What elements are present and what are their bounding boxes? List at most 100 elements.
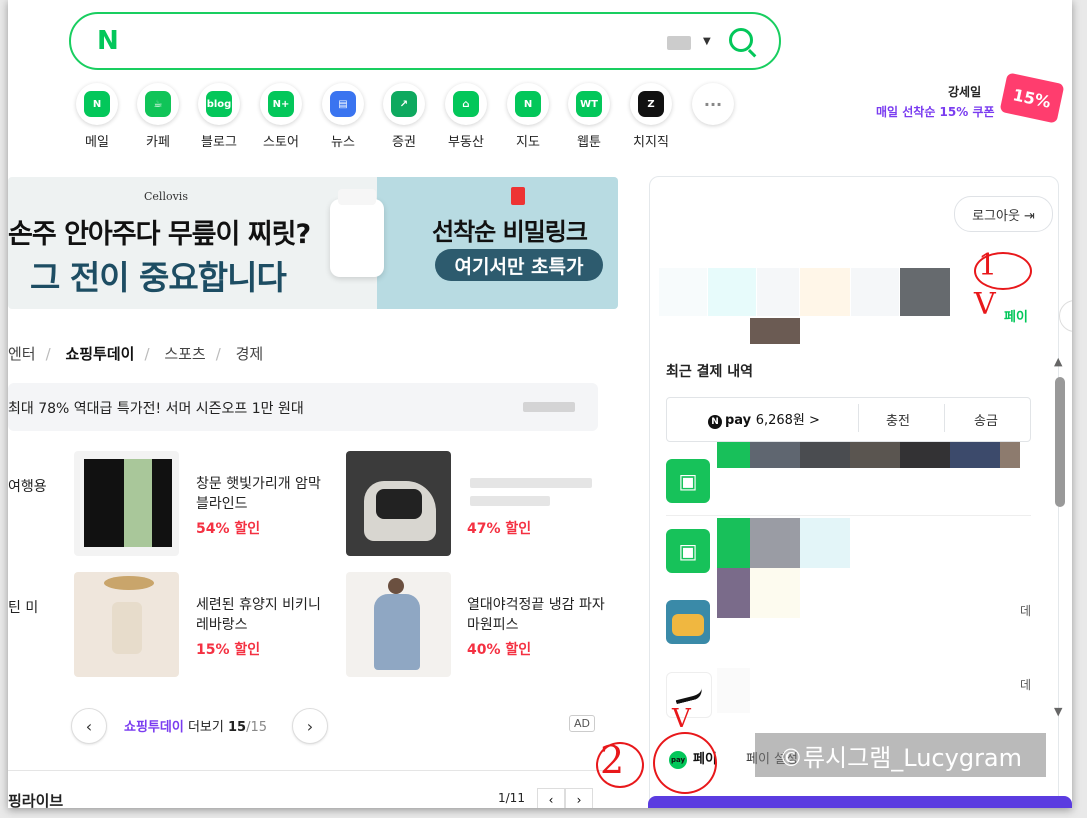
pixelated-payment-text[interactable]	[717, 668, 750, 713]
tab-economy[interactable]: 경제	[236, 343, 264, 364]
pixelated-payment-text[interactable]	[750, 568, 800, 618]
section-prev-button[interactable]: ‹	[537, 788, 565, 808]
chevron-right-icon[interactable]: ›	[1059, 300, 1072, 332]
pixelated-tab[interactable]	[659, 268, 707, 316]
pixelated-tab[interactable]	[708, 268, 756, 316]
shortcut-mail[interactable]: N 메일	[67, 83, 127, 150]
product-image-swimwear[interactable]	[74, 572, 179, 677]
tab-separator: /	[215, 345, 221, 363]
prev-page-button[interactable]: ‹	[71, 708, 107, 744]
tab-shopping-today[interactable]: 쇼핑투데이	[65, 343, 134, 364]
pixelated-payment-text[interactable]	[750, 518, 800, 568]
product-image-blind[interactable]	[74, 451, 179, 556]
keyboard-icon[interactable]	[667, 36, 691, 50]
shortcut-circle[interactable]: WT	[568, 83, 610, 125]
pixelated-tab[interactable]	[851, 268, 899, 316]
shortcut-circle[interactable]: ☕	[137, 83, 179, 125]
cut-product-label[interactable]: 틴 미	[8, 597, 38, 617]
shortcut-webtoon[interactable]: WT 웹툰	[559, 83, 619, 150]
send-button[interactable]: 송금	[974, 410, 998, 429]
pixelated-payment-text[interactable]	[800, 442, 850, 468]
ad-banner[interactable]: Cellovis 손주 안아주다 무릎이 찌릿? 그 전이 중요합니다 선착순 …	[8, 177, 618, 309]
coupon-badge[interactable]: 15%	[999, 72, 1065, 124]
section-next-button[interactable]: ›	[565, 788, 593, 808]
next-page-button[interactable]: ›	[292, 708, 328, 744]
shortcut-stock[interactable]: ↗ 증권	[374, 83, 434, 150]
shortcut-label: 증권	[392, 135, 416, 150]
product-discount: 47% 할인	[467, 521, 532, 537]
tab-entertainment[interactable]: 엔터	[8, 343, 36, 364]
gift-icon: ▣	[666, 529, 710, 573]
shortcut-blog[interactable]: blog 블로그	[189, 83, 249, 150]
pixelated-tab[interactable]	[900, 268, 950, 316]
pixelated-payment-text[interactable]	[717, 518, 750, 568]
pixelated-payment-text[interactable]	[717, 442, 750, 468]
shortcut-label: 블로그	[201, 135, 237, 150]
shortcut-store[interactable]: N+ 스토어	[251, 83, 311, 150]
shortcut-circle[interactable]: ↗	[383, 83, 425, 125]
scrollbar-thumb[interactable]	[1055, 377, 1065, 507]
tab-sports[interactable]: 스포츠	[164, 343, 205, 364]
trail-text: 데	[1020, 604, 1032, 618]
shortcut-circle[interactable]: N+	[260, 83, 302, 125]
product-name[interactable]: 열대야걱정끝 냉감 파자마원피스	[467, 595, 607, 635]
pixelated-payment-text[interactable]	[800, 518, 850, 568]
shortcut-more[interactable]: ···	[683, 83, 743, 131]
recent-payments-title: 최근 결제 내역	[666, 364, 754, 380]
npay-balance[interactable]: Npay 6,268원 >	[708, 409, 820, 429]
product-image-pajama[interactable]	[346, 572, 451, 677]
npay-logo-icon: N	[708, 415, 722, 429]
pixelated-tab[interactable]	[757, 268, 799, 316]
pixelated-payment-text[interactable]	[900, 442, 950, 468]
promo-text[interactable]: 매일 선착순 15% 쿠폰	[876, 103, 995, 120]
pixelated-tab[interactable]	[800, 268, 850, 316]
pixelated-payment-text[interactable]	[1000, 442, 1020, 468]
shortcut-circle[interactable]: blog	[198, 83, 240, 125]
shortcut-label: 지도	[516, 135, 540, 150]
pixelated-payment-text[interactable]	[750, 442, 800, 468]
product-image-shoe[interactable]	[346, 451, 451, 556]
chzzk-icon: Z	[638, 91, 664, 117]
product-name[interactable]: 창문 햇빛가리개 암막 블라인드	[196, 474, 336, 514]
shortcut-map[interactable]: N 지도	[498, 83, 558, 150]
charge-button[interactable]: 충전	[886, 410, 910, 429]
banner-headline: 손주 안아주다 무릎이 찌릿?	[8, 219, 311, 250]
product-discount: 54% 할인	[196, 521, 261, 537]
realestate-icon: ⌂	[453, 91, 479, 117]
tab-pay[interactable]: 페이	[1004, 306, 1028, 325]
pixelated-payment-text[interactable]	[717, 568, 750, 618]
search-icon[interactable]	[729, 28, 753, 52]
cut-product-label[interactable]: 여행용	[8, 476, 47, 496]
shortcut-circle[interactable]: ▤	[322, 83, 364, 125]
watermark: ©류시그램_Lucygram	[755, 733, 1046, 777]
promo-name[interactable]: 강세일	[948, 83, 981, 100]
shortcut-circle[interactable]: ⌂	[445, 83, 487, 125]
section-title[interactable]: 핑라이브	[8, 790, 63, 808]
notice-text[interactable]: 최대 78% 역대급 특가전! 서머 시즌오프 1만 원대	[8, 398, 304, 418]
scroll-down-icon[interactable]: ▼	[1054, 705, 1062, 718]
naver-logo[interactable]: N	[97, 26, 119, 56]
shortcut-circle[interactable]: N	[507, 83, 549, 125]
shortcut-news[interactable]: ▤ 뉴스	[313, 83, 373, 150]
app-thumbnail	[666, 600, 710, 644]
blurred-label	[523, 402, 575, 412]
page-current: 15	[227, 720, 247, 735]
annotation-circle-2a	[596, 742, 644, 788]
search-bar[interactable]: N ▼	[69, 12, 781, 70]
shortcut-realestate[interactable]: ⌂ 부동산	[436, 83, 496, 150]
pixelated-payment-text[interactable]	[850, 442, 900, 468]
shortcut-circle[interactable]: N	[76, 83, 118, 125]
tab-separator: /	[45, 345, 51, 363]
more-link[interactable]: 쇼핑투데이 더보기 15/15	[124, 716, 267, 735]
shortcut-chzzk[interactable]: Z 치지직	[621, 83, 681, 150]
shortcut-circle[interactable]: Z	[630, 83, 672, 125]
logout-button[interactable]: 로그아웃 ⇥	[954, 196, 1053, 232]
chevron-down-icon[interactable]: ▼	[703, 36, 711, 47]
pixelated-payment-text[interactable]	[950, 442, 1000, 468]
product-name[interactable]: 세련된 휴양지 비키니 레바랑스	[196, 595, 336, 635]
shortcut-label: 뉴스	[331, 135, 355, 150]
purple-banner[interactable]	[648, 796, 1072, 808]
shortcut-cafe[interactable]: ☕ 카페	[128, 83, 188, 150]
scroll-up-icon[interactable]: ▲	[1054, 355, 1062, 368]
shortcut-circle[interactable]: ···	[692, 83, 734, 125]
